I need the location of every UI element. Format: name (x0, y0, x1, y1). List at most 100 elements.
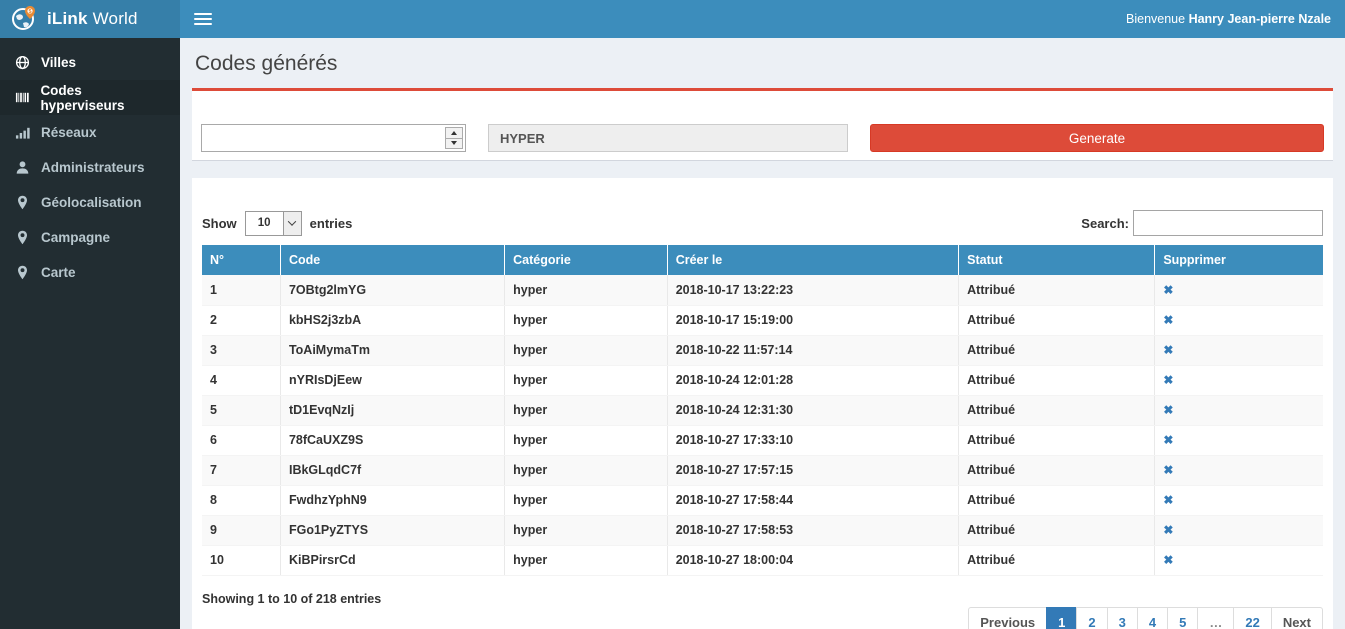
main-content: Codes générés Generate Show (180, 38, 1345, 629)
navbar: Bienvenue Hanry Jean-pierre Nzale (180, 0, 1345, 38)
table-row: 10KiBPirsrCdhyper2018-10-27 18:00:04Attr… (202, 545, 1323, 575)
column-header[interactable]: Créer le (667, 245, 958, 275)
column-header[interactable]: N° (202, 245, 280, 275)
table-cell: hyper (505, 275, 668, 305)
generator-panel: Generate (192, 88, 1333, 161)
delete-icon[interactable]: ✖ (1163, 343, 1173, 357)
table-cell: hyper (505, 455, 668, 485)
map-marker-icon (15, 265, 31, 280)
quantity-stepper (445, 127, 463, 149)
pagination-page-22[interactable]: 22 (1233, 607, 1271, 629)
table-cell: 78fCaUXZ9S (280, 425, 504, 455)
table-cell: hyper (505, 545, 668, 575)
delete-icon[interactable]: ✖ (1163, 403, 1173, 417)
svg-text:$: $ (28, 9, 31, 15)
pagination-ellipsis: … (1197, 607, 1234, 629)
table-row: 9FGo1PyZTYShyper2018-10-27 17:58:53Attri… (202, 515, 1323, 545)
table-cell: 5 (202, 395, 280, 425)
brand-globe-icon: $ (10, 4, 38, 35)
sidebar-item-campagne[interactable]: Campagne (0, 220, 180, 255)
delete-icon[interactable]: ✖ (1163, 463, 1173, 477)
delete-icon[interactable]: ✖ (1163, 433, 1173, 447)
table-cell: 2018-10-17 13:22:23 (667, 275, 958, 305)
column-header[interactable]: Catégorie (505, 245, 668, 275)
page-length-control: Show 10 entries (202, 211, 352, 236)
table-cell: 2018-10-27 17:58:53 (667, 515, 958, 545)
table-cell: Attribué (959, 425, 1155, 455)
sidebar-item-carte[interactable]: Carte (0, 255, 180, 290)
table-row: 2kbHS2j3zbAhyper2018-10-17 15:19:00Attri… (202, 305, 1323, 335)
sidebar-item-label: Géolocalisation (41, 195, 142, 210)
pagination-page-1[interactable]: 1 (1046, 607, 1077, 629)
quantity-input[interactable] (202, 125, 439, 151)
table-cell: Attribué (959, 395, 1155, 425)
table-cell: hyper (505, 485, 668, 515)
search-input[interactable] (1133, 210, 1323, 236)
table-cell: 9 (202, 515, 280, 545)
sidebar-item-label: Codes hyperviseurs (40, 83, 165, 113)
delete-icon[interactable]: ✖ (1163, 373, 1173, 387)
table-row: 678fCaUXZ9Shyper2018-10-27 17:33:10Attri… (202, 425, 1323, 455)
table-info: Showing 1 to 10 of 218 entries (202, 586, 381, 606)
column-header[interactable]: Supprimer (1155, 245, 1323, 275)
sidebar-item-codes-hyperviseurs[interactable]: Codes hyperviseurs (0, 80, 180, 115)
pagination-page-3[interactable]: 3 (1107, 607, 1138, 629)
welcome-text: Bienvenue Hanry Jean-pierre Nzale (1126, 12, 1331, 26)
table-cell: 10 (202, 545, 280, 575)
table-row: 17OBtg2lmYGhyper2018-10-17 13:22:23Attri… (202, 275, 1323, 305)
sidebar-item-villes[interactable]: Villes (0, 45, 180, 80)
search-label: Search: (1081, 216, 1129, 231)
delete-icon[interactable]: ✖ (1163, 553, 1173, 567)
page-length-select[interactable]: 10 (245, 211, 302, 236)
table-cell: 7OBtg2lmYG (280, 275, 504, 305)
globe-icon (15, 55, 31, 70)
stepper-up-icon[interactable] (446, 128, 462, 139)
brand-logo[interactable]: $ iLink World (0, 0, 180, 38)
sidebar-toggle-icon[interactable] (194, 9, 212, 29)
chevron-down-icon (283, 212, 301, 235)
pagination-page-4[interactable]: 4 (1137, 607, 1168, 629)
delete-icon[interactable]: ✖ (1163, 313, 1173, 327)
pagination-next[interactable]: Next (1271, 607, 1323, 629)
pagination-page-5[interactable]: 5 (1167, 607, 1198, 629)
table-cell: 2018-10-27 18:00:04 (667, 545, 958, 575)
pagination-previous[interactable]: Previous (968, 607, 1047, 629)
table-controls: Show 10 entries Search: (202, 210, 1323, 236)
user-icon (15, 160, 31, 175)
table-cell: 2018-10-27 17:57:15 (667, 455, 958, 485)
table-cell-delete: ✖ (1155, 515, 1323, 545)
table-body: 17OBtg2lmYGhyper2018-10-17 13:22:23Attri… (202, 275, 1323, 575)
category-input[interactable] (488, 124, 848, 152)
table-cell-delete: ✖ (1155, 335, 1323, 365)
column-header[interactable]: Code (280, 245, 504, 275)
barcode-icon (15, 90, 30, 105)
table-cell: FwdhzYphN9 (280, 485, 504, 515)
page-length-value: 10 (246, 212, 283, 235)
sidebar-nav: VillesCodes hyperviseursRéseaux Administr… (0, 38, 180, 629)
sidebar-item-label: Campagne (41, 230, 110, 245)
column-header[interactable]: Statut (959, 245, 1155, 275)
delete-icon[interactable]: ✖ (1163, 523, 1173, 537)
sidebar-item-label: Administrateurs (41, 160, 145, 175)
delete-icon[interactable]: ✖ (1163, 283, 1173, 297)
entries-label: entries (310, 216, 353, 231)
pagination-page-2[interactable]: 2 (1076, 607, 1107, 629)
show-label: Show (202, 216, 237, 231)
stepper-down-icon[interactable] (446, 139, 462, 149)
app-window: $ iLink World Bienvenue Hanry Jean-pierr… (0, 0, 1345, 629)
table-cell-delete: ✖ (1155, 305, 1323, 335)
table-cell: ToAiMymaTm (280, 335, 504, 365)
table-cell: 1 (202, 275, 280, 305)
sidebar-item-administrateurs[interactable]: Administrateurs (0, 150, 180, 185)
generate-button[interactable]: Generate (870, 124, 1324, 152)
codes-table-panel: Show 10 entries Search: (192, 178, 1333, 629)
delete-icon[interactable]: ✖ (1163, 493, 1173, 507)
table-cell-delete: ✖ (1155, 275, 1323, 305)
sidebar-item-geolocalisation[interactable]: Géolocalisation (0, 185, 180, 220)
table-cell: Attribué (959, 365, 1155, 395)
table-cell: 3 (202, 335, 280, 365)
table-header-row: N°CodeCatégorieCréer leStatutSupprimer (202, 245, 1323, 275)
sidebar-item-reseaux[interactable]: Réseaux (0, 115, 180, 150)
table-cell: hyper (505, 515, 668, 545)
brand-name: iLink World (47, 9, 138, 29)
